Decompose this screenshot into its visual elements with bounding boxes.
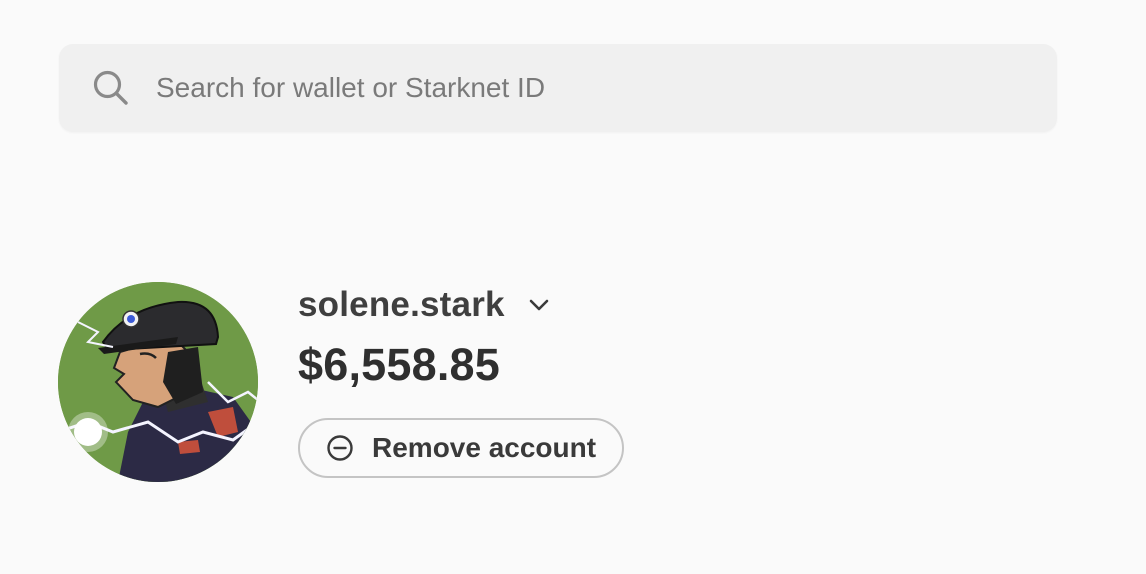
search-icon (91, 68, 131, 108)
remove-account-button[interactable]: Remove account (298, 418, 625, 478)
avatar[interactable] (58, 282, 258, 482)
search-bar[interactable] (59, 44, 1057, 132)
account-balance: $6,558.85 (298, 339, 500, 390)
remove-account-label: Remove account (372, 432, 597, 463)
minus-circle-icon (326, 434, 354, 462)
chevron-down-icon[interactable] (527, 293, 551, 317)
account-name: solene.stark (298, 285, 505, 324)
account-info: solene.stark $6,558.85 Remove account (298, 282, 758, 478)
account-name-row[interactable]: solene.stark (298, 282, 758, 328)
search-input[interactable] (156, 58, 1057, 118)
page: solene.stark $6,558.85 Remove account (0, 0, 1146, 574)
account-card: solene.stark $6,558.85 Remove account (58, 282, 758, 492)
